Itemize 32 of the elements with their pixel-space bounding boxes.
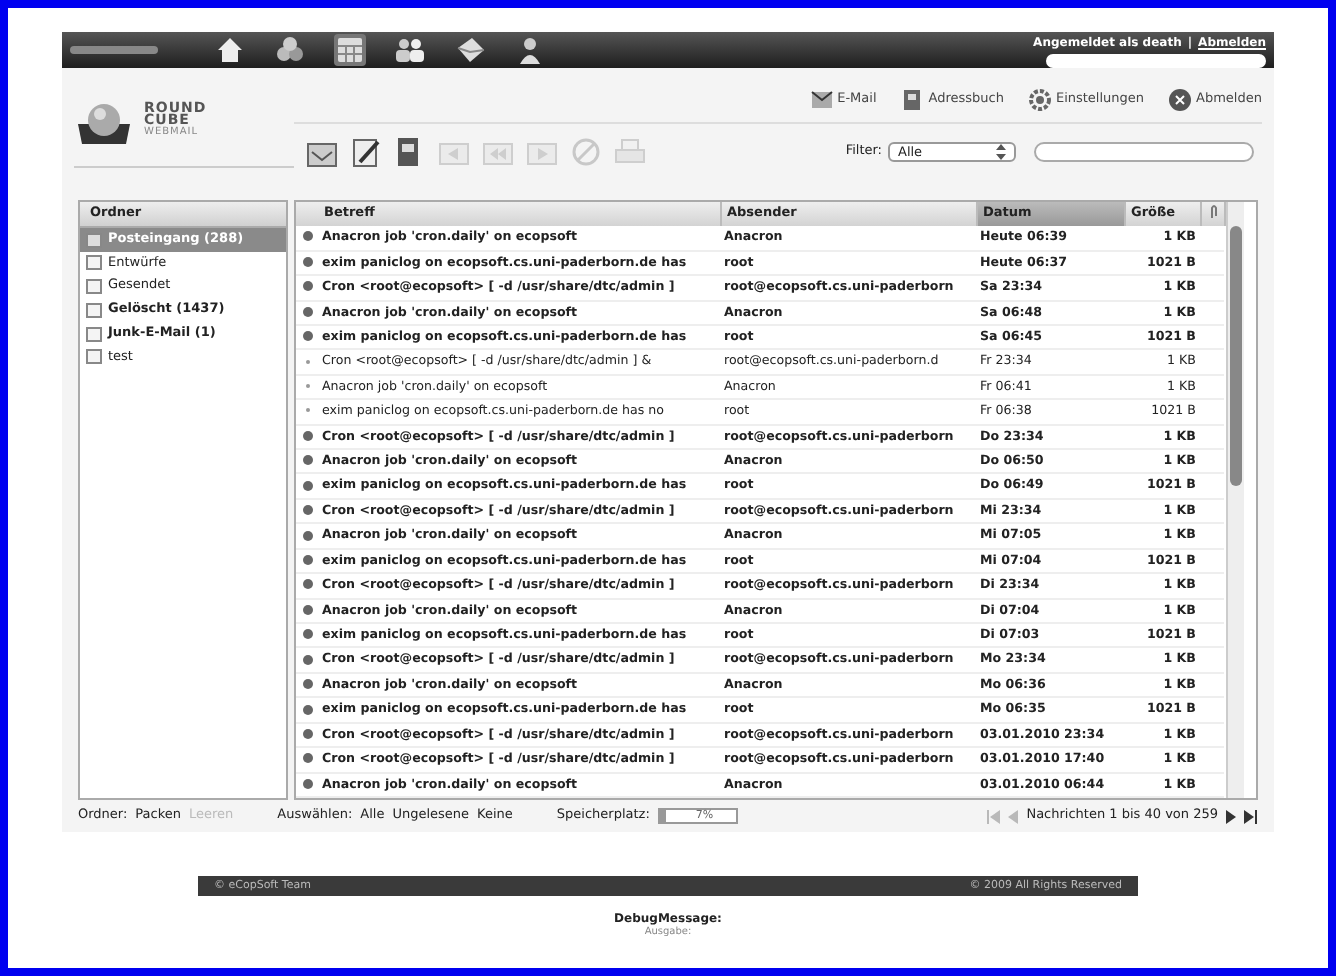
app-button[interactable] xyxy=(454,34,486,66)
printer-icon xyxy=(614,136,646,168)
people-icon xyxy=(394,34,426,66)
next-icon xyxy=(1224,809,1238,823)
pencil-icon xyxy=(350,136,382,168)
toolbar-button[interactable] xyxy=(350,136,382,168)
scrollbar[interactable] xyxy=(1225,202,1243,798)
mail-icon xyxy=(809,87,834,111)
calendar-icon xyxy=(334,34,366,66)
pager-button[interactable] xyxy=(1224,809,1238,823)
gear-icon xyxy=(1027,87,1052,111)
logo-drawing xyxy=(70,42,158,58)
app-button[interactable] xyxy=(394,34,426,66)
last-page-icon xyxy=(1244,809,1258,823)
pager-button[interactable] xyxy=(1244,809,1258,823)
home-icon xyxy=(214,34,246,66)
app-button[interactable] xyxy=(274,34,306,66)
first-page-icon xyxy=(986,809,1001,823)
app-button[interactable] xyxy=(214,34,246,66)
circles-icon xyxy=(274,34,306,66)
delete-icon xyxy=(570,136,602,168)
caret-icon xyxy=(996,144,1006,160)
scroll-thumb[interactable] xyxy=(1229,226,1241,486)
envelope-icon xyxy=(454,34,486,66)
person-icon xyxy=(514,34,546,66)
search-field[interactable] xyxy=(1034,142,1254,162)
addressbook-icon xyxy=(900,87,925,111)
previous-icon xyxy=(1006,809,1021,823)
app-button[interactable] xyxy=(514,34,546,66)
close-icon xyxy=(1168,87,1193,111)
search-field[interactable] xyxy=(1046,53,1266,67)
paperclip-icon xyxy=(1207,204,1219,221)
